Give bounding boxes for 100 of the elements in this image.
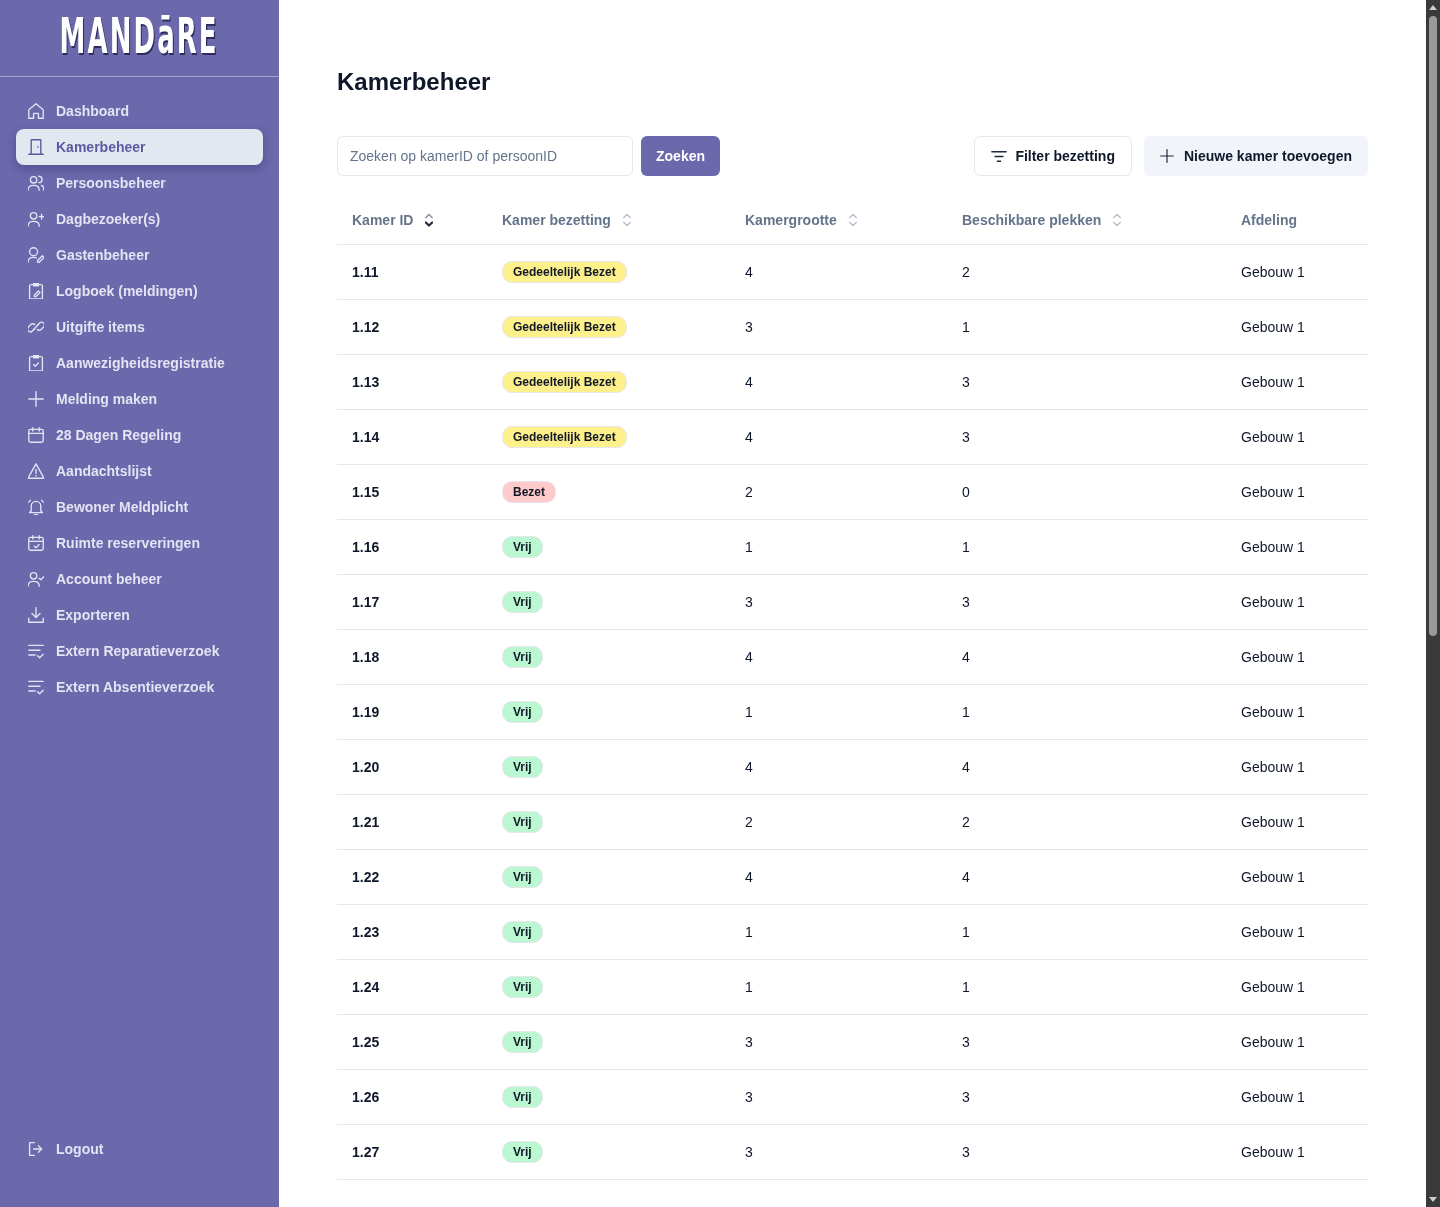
table-cell: 1.18: [337, 629, 487, 685]
status-badge: Gedeeltelijk Bezet: [502, 316, 627, 338]
table-cell: 1.27: [337, 1124, 487, 1180]
column-header: Afdeling: [1241, 212, 1297, 228]
nav-item[interactable]: Dashboard: [16, 93, 263, 129]
nav-item[interactable]: Persoonsbeheer: [16, 165, 263, 201]
table-cell: 1: [730, 904, 947, 960]
table-cell: Gebouw 1: [1226, 244, 1368, 300]
clipboard-check-icon: [28, 355, 44, 371]
table-cell: Gebouw 1: [1226, 519, 1368, 575]
table-cell: 4: [730, 629, 947, 685]
clipboard-pencil-icon: [28, 283, 44, 299]
status-badge: Vrij: [502, 646, 543, 668]
table-cell: 3: [947, 354, 1226, 410]
table-cell: 1.26: [337, 1069, 487, 1125]
table-cell: 1: [730, 684, 947, 740]
sort-icon[interactable]: [425, 213, 434, 227]
warning-icon: [28, 463, 44, 479]
status-badge: Gedeeltelijk Bezet: [502, 371, 627, 393]
table-cell: 2: [947, 244, 1226, 300]
table-cell: 1.23: [337, 904, 487, 960]
link-icon: [28, 319, 44, 335]
status-badge: Gedeeltelijk Bezet: [502, 261, 627, 283]
table-cell: 0: [947, 464, 1226, 520]
add-room-button[interactable]: Nieuwe kamer toevoegen: [1143, 136, 1368, 176]
nav-item[interactable]: Logboek (meldingen): [16, 273, 263, 309]
table-cell: 4: [947, 629, 1226, 685]
table-cell: 3: [947, 1124, 1226, 1180]
table-cell: 1.14: [337, 409, 487, 465]
status-badge: Vrij: [502, 701, 543, 723]
table-cell: 1.20: [337, 739, 487, 795]
nav-item[interactable]: Melding maken: [16, 381, 263, 417]
column-header[interactable]: Kamergrootte: [745, 212, 837, 228]
table-cell: 4: [947, 849, 1226, 905]
status-badge: Vrij: [502, 1031, 543, 1053]
status-badge: Vrij: [502, 1141, 543, 1163]
filter-button[interactable]: Filter bezetting: [974, 136, 1132, 176]
nav-item[interactable]: Ruimte reserveringen: [16, 525, 263, 561]
nav-item[interactable]: Bewoner Meldplicht: [16, 489, 263, 525]
scrollbar[interactable]: [1426, 0, 1440, 1207]
table-cell: 2: [947, 794, 1226, 850]
list-check-icon: [28, 679, 44, 695]
table-cell: 3: [947, 409, 1226, 465]
table-cell: Gebouw 1: [1226, 684, 1368, 740]
users-icon: [28, 175, 44, 191]
table-cell: Gebouw 1: [1226, 1014, 1368, 1070]
user-plus-icon: [28, 211, 44, 227]
table-cell: Gebouw 1: [1226, 1069, 1368, 1125]
table-cell: 4: [730, 849, 947, 905]
status-badge: Vrij: [502, 536, 543, 558]
column-header[interactable]: Kamer ID: [352, 212, 414, 228]
table-cell: 1.15: [337, 464, 487, 520]
nav-item[interactable]: Account beheer: [16, 561, 263, 597]
nav-item[interactable]: Dagbezoeker(s): [16, 201, 263, 237]
list-check-icon: [28, 643, 44, 659]
table-cell: 3: [947, 1069, 1226, 1125]
search-field[interactable]: Zoeken op kamerID of persoonID: [337, 136, 633, 176]
table-cell: Gebouw 1: [1226, 959, 1368, 1015]
nav-item[interactable]: Exporteren: [16, 597, 263, 633]
nav-item[interactable]: Gastenbeheer: [16, 237, 263, 273]
status-badge: Vrij: [502, 866, 543, 888]
nav-item[interactable]: Aandachtslijst: [16, 453, 263, 489]
column-header[interactable]: Kamer bezetting: [502, 212, 611, 228]
table-cell: Gebouw 1: [1226, 904, 1368, 960]
nav-item[interactable]: Aanwezigheidsregistratie: [16, 345, 263, 381]
bell-icon: [28, 499, 44, 515]
table-cell: Gebouw 1: [1226, 739, 1368, 795]
table-cell: 3: [730, 299, 947, 355]
table-cell: 1: [947, 684, 1226, 740]
scroll-up-icon[interactable]: [1429, 4, 1437, 10]
status-badge: Bezet: [502, 481, 556, 503]
search-button[interactable]: Zoeken: [641, 136, 720, 176]
nav-item[interactable]: 28 Dagen Regeling: [16, 417, 263, 453]
nav-item[interactable]: Extern Absentieverzoek: [16, 669, 263, 705]
table-cell: 1: [947, 299, 1226, 355]
calendar-check-icon: [28, 535, 44, 551]
logout-link[interactable]: Logout: [16, 1131, 263, 1167]
status-badge: Vrij: [502, 1086, 543, 1108]
logout-icon: [28, 1141, 44, 1157]
scroll-down-icon[interactable]: [1429, 1197, 1437, 1203]
logo: MANDāRE: [59, 11, 220, 61]
home-icon: [28, 103, 44, 119]
table-cell: Gebouw 1: [1226, 299, 1368, 355]
table-cell: 1: [730, 519, 947, 575]
table-cell: 1.11: [337, 244, 487, 300]
nav-item[interactable]: Kamerbeheer: [16, 129, 263, 165]
table-cell: 1.24: [337, 959, 487, 1015]
table-cell: 3: [730, 1014, 947, 1070]
calendar-icon: [28, 427, 44, 443]
table-cell: 1.19: [337, 684, 487, 740]
table-cell: 2: [730, 794, 947, 850]
user-check-icon: [28, 571, 44, 587]
status-badge: Vrij: [502, 811, 543, 833]
column-header[interactable]: Beschikbare plekken: [962, 212, 1102, 228]
table-cell: Gebouw 1: [1226, 464, 1368, 520]
scrollbar-thumb[interactable]: [1429, 16, 1437, 636]
table-cell: 4: [730, 739, 947, 795]
nav-item[interactable]: Uitgifte items: [16, 309, 263, 345]
table-cell: 3: [730, 1124, 947, 1180]
nav-item[interactable]: Extern Reparatieverzoek: [16, 633, 263, 669]
